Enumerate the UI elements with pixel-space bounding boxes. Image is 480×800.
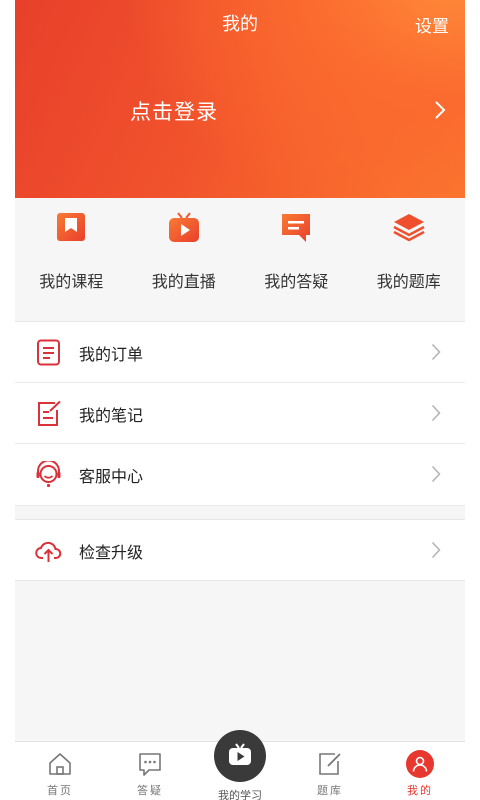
tab-my-learning[interactable]: 我的学习 (195, 730, 285, 800)
grid-label: 我的直播 (151, 272, 216, 291)
profile-header: 我的 设置 点击登录 (15, 0, 465, 198)
login-button[interactable]: 点击登录 (130, 96, 218, 126)
chevron-right-icon (431, 343, 441, 361)
app-root: 我的 设置 点击登录 我的课程 我的直播 我的答疑 我的题库 我的订单 我的笔记… (15, 0, 465, 800)
page-title: 我的 (222, 14, 258, 35)
grid-item-question-bank[interactable]: 我的题库 (353, 198, 466, 320)
cloud-upload-icon (35, 541, 62, 562)
quick-access-grid: 我的课程 我的直播 我的答疑 我的题库 (15, 198, 465, 320)
bottom-tab-bar: 首页 答疑 我的学习 题库 我的 (15, 730, 465, 800)
grid-item-live[interactable]: 我的直播 (128, 198, 241, 320)
tab-label: 答疑 (137, 784, 163, 797)
user-icon (406, 750, 434, 778)
chat-icon (139, 753, 161, 776)
tab-label: 首页 (47, 784, 73, 797)
chat-bubble-icon (282, 214, 311, 242)
bookmark-book-icon (57, 213, 86, 241)
tv-play-icon (168, 212, 199, 242)
menu-item-label: 检查升级 (79, 543, 144, 562)
tv-play-icon (229, 743, 251, 765)
tab-qa[interactable]: 答疑 (105, 742, 195, 800)
grid-label: 我的答疑 (264, 272, 329, 291)
menu-item-label: 客服中心 (79, 467, 144, 486)
tab-label: 我的 (407, 784, 433, 797)
chevron-right-icon (431, 465, 441, 483)
grid-label: 我的课程 (39, 272, 104, 291)
menu-item-orders[interactable]: 我的订单 (15, 321, 465, 383)
customer-service-icon (36, 461, 61, 488)
grid-item-courses[interactable]: 我的课程 (15, 198, 128, 320)
my-learning-button[interactable] (214, 730, 266, 782)
home-icon (49, 753, 71, 775)
layers-stack-icon (393, 214, 425, 242)
note-edit-icon (38, 400, 61, 426)
tab-question-bank[interactable]: 题库 (285, 742, 375, 800)
order-document-icon (37, 339, 60, 366)
menu-group-account: 我的订单 我的笔记 客服中心 (15, 321, 465, 506)
tab-label: 我的学习 (218, 789, 262, 800)
menu-item-check-update[interactable]: 检查升级 (15, 519, 465, 581)
chevron-right-icon (431, 404, 441, 421)
settings-button[interactable]: 设置 (415, 12, 449, 37)
chevron-right-icon (431, 541, 441, 559)
tab-home[interactable]: 首页 (15, 742, 105, 800)
menu-item-label: 我的笔记 (79, 405, 144, 425)
menu-item-label: 我的订单 (79, 345, 144, 364)
grid-label: 我的题库 (376, 272, 441, 291)
tab-me[interactable]: 我的 (375, 742, 465, 800)
grid-item-qa[interactable]: 我的答疑 (240, 198, 353, 320)
edit-icon (319, 753, 341, 775)
menu-item-customer-service[interactable]: 客服中心 (15, 444, 465, 506)
chevron-right-icon[interactable] (433, 99, 447, 121)
tab-label: 题库 (317, 784, 343, 797)
menu-group-system: 检查升级 (15, 519, 465, 581)
menu-item-notes[interactable]: 我的笔记 (15, 383, 465, 444)
